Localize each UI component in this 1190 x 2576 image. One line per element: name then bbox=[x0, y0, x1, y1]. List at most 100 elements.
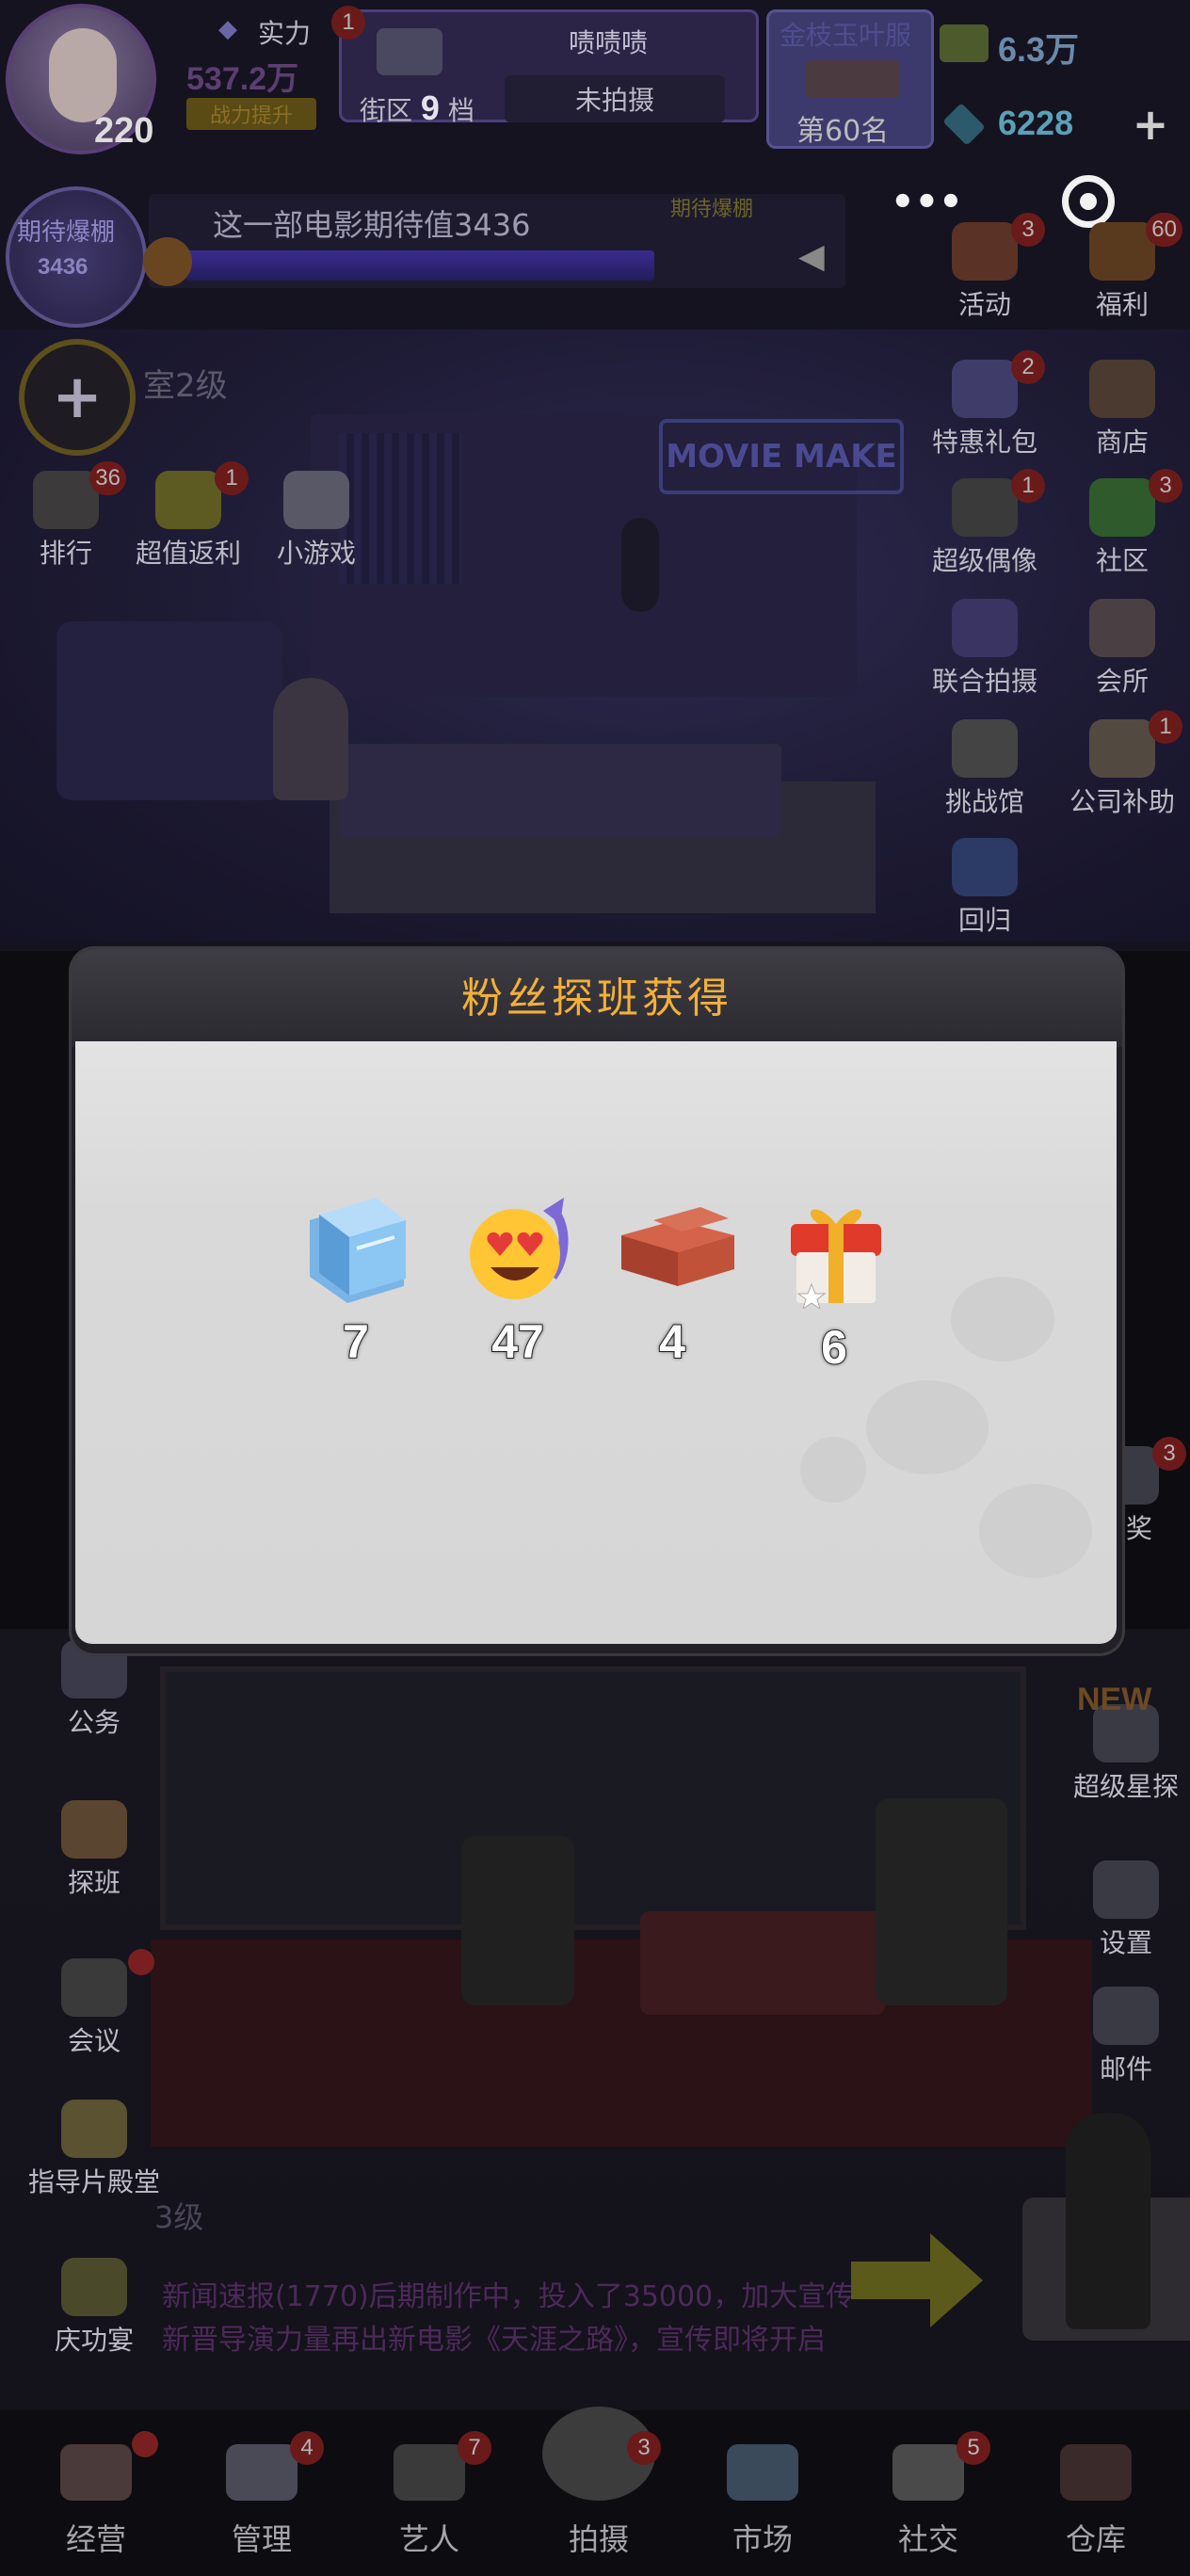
left-menu-item-icon bbox=[283, 471, 349, 529]
right-menu-item[interactable]: 福利 60 bbox=[1056, 213, 1188, 322]
film-name: 啧啧啧 bbox=[569, 27, 649, 58]
reward-item[interactable]: 7 bbox=[299, 1192, 412, 1369]
lower-left-item[interactable]: 探班 bbox=[28, 1800, 160, 1900]
right-menu-item-badge: 1 bbox=[1149, 710, 1182, 744]
anticipation-text: 这一部电影期待值3436 bbox=[213, 207, 531, 243]
right-menu-item[interactable]: 会所 bbox=[1056, 599, 1188, 699]
reward-count: 47 bbox=[490, 1314, 545, 1369]
power-boost-button[interactable]: 战力提升 bbox=[186, 98, 316, 130]
right-menu-item-label: 挑战馆 bbox=[944, 786, 1024, 817]
nav-tab-badge: 3 bbox=[627, 2431, 661, 2465]
plus-icon: + bbox=[52, 362, 103, 432]
right-menu-item-label: 公司补助 bbox=[1069, 786, 1175, 817]
rank-position: 第60名 bbox=[796, 115, 890, 148]
nav-tab-6[interactable]: 仓库 bbox=[1021, 2444, 1171, 2559]
avatar-face bbox=[49, 28, 117, 122]
nav-tab-1[interactable]: 管理 4 bbox=[186, 2431, 337, 2559]
lower-right-item-label: 邮件 bbox=[1099, 2053, 1152, 2085]
right-menu-item[interactable]: 特惠礼包 2 bbox=[919, 350, 1051, 459]
cash-counter: 6.3万 bbox=[940, 17, 1190, 73]
nav-tab-4[interactable]: 市场 bbox=[687, 2444, 838, 2559]
right-menu-item[interactable]: 挑战馆 bbox=[919, 719, 1051, 819]
reward-item[interactable]: 4 bbox=[616, 1192, 734, 1369]
right-menu-item[interactable]: 商店 bbox=[1056, 360, 1188, 459]
lower-left-item-label: 庆功宴 bbox=[54, 2325, 134, 2356]
lower-left-item[interactable]: 公务 bbox=[28, 1640, 160, 1740]
collapse-arrow-icon[interactable]: ◀ bbox=[798, 237, 825, 276]
actress-figure bbox=[1066, 2113, 1150, 2329]
left-menu-item[interactable]: 超值返利 1 bbox=[122, 461, 254, 571]
nav-tab-badge: 5 bbox=[957, 2431, 990, 2465]
left-menu-item[interactable]: 小游戏 bbox=[250, 471, 382, 571]
right-menu-item-label: 联合拍摄 bbox=[931, 666, 1037, 697]
left-menu-item[interactable]: 排行 36 bbox=[0, 461, 132, 571]
cash-value: 6.3万 bbox=[998, 30, 1080, 69]
lower-right-item-label: 设置 bbox=[1099, 1927, 1152, 1958]
nav-tab-icon bbox=[1060, 2444, 1132, 2501]
lower-left-item[interactable]: 指导片殿堂 bbox=[28, 2100, 160, 2199]
lower-right-item[interactable]: 超级星探 NEW bbox=[1060, 1682, 1190, 1804]
right-menu-item-label: 社区 bbox=[1095, 545, 1149, 576]
watermark-shape bbox=[866, 1380, 989, 1474]
nav-tab-2[interactable]: 艺人 7 bbox=[354, 2431, 505, 2559]
gem-counter: 6228 + bbox=[940, 98, 1190, 154]
gem-value: 6228 bbox=[998, 104, 1074, 142]
right-menu-item[interactable]: 活动 3 bbox=[919, 213, 1051, 322]
lower-left-item-label: 探班 bbox=[67, 1867, 121, 1898]
right-menu-item-icon bbox=[1089, 599, 1155, 657]
nav-tab-label: 仓库 bbox=[1065, 2521, 1126, 2557]
anticipation-marker: 期待爆棚 bbox=[670, 198, 754, 221]
power-icon: ◆ bbox=[218, 15, 237, 43]
nav-tab-3[interactable]: 拍摄 3 bbox=[523, 2407, 674, 2559]
nav-tab-icon bbox=[394, 2444, 465, 2501]
lower-right-item[interactable]: 设置 bbox=[1060, 1860, 1190, 1960]
right-menu-item-icon bbox=[1089, 719, 1155, 778]
lower-left-item[interactable]: 庆功宴 bbox=[28, 2258, 160, 2358]
right-menu-item[interactable]: 超级偶像 1 bbox=[919, 469, 1051, 578]
right-menu-item-label: 会所 bbox=[1095, 666, 1149, 697]
armchair bbox=[876, 1798, 1007, 2005]
right-menu-item-badge: 3 bbox=[1011, 213, 1045, 247]
desk bbox=[339, 744, 781, 838]
nav-tab-label: 拍摄 bbox=[568, 2521, 629, 2557]
plant-decor bbox=[621, 518, 659, 612]
close-miniapp-button[interactable] bbox=[1062, 175, 1115, 228]
more-options-button[interactable]: ••• bbox=[891, 184, 966, 226]
lower-left-item-label: 会议 bbox=[67, 2025, 121, 2056]
right-menu-item-icon bbox=[1089, 478, 1155, 537]
lower-left-item-badge bbox=[128, 1949, 154, 1975]
right-menu-item[interactable]: 联合拍摄 bbox=[919, 599, 1051, 699]
reward-count: 4 bbox=[658, 1314, 686, 1369]
right-menu-item[interactable]: 公司补助 1 bbox=[1056, 710, 1188, 819]
nav-tab-0[interactable]: 经营 bbox=[21, 2431, 171, 2559]
nav-tab-icon bbox=[226, 2444, 298, 2501]
reward-item[interactable]: 6 bbox=[778, 1192, 891, 1375]
lower-right-item[interactable]: 邮件 bbox=[1060, 1987, 1190, 2086]
right-menu-item[interactable]: 回归 bbox=[919, 838, 1051, 938]
nav-tab-label: 社交 bbox=[897, 2521, 958, 2557]
right-menu-item-badge: 2 bbox=[1011, 350, 1045, 384]
lower-left-item-label: 指导片殿堂 bbox=[28, 2166, 161, 2198]
reward-item[interactable]: 47 bbox=[461, 1192, 574, 1369]
bricks-icon bbox=[621, 1207, 734, 1286]
gem-icon bbox=[942, 103, 986, 146]
red-sofa bbox=[640, 1911, 885, 2015]
nav-tab-label: 经营 bbox=[65, 2521, 126, 2557]
staff-character[interactable] bbox=[273, 678, 348, 800]
nav-tab-label: 管理 bbox=[231, 2521, 292, 2557]
nav-tab-label: 艺人 bbox=[398, 2521, 459, 2557]
news-line: 新闻速报(1770)后期制作中，投入了35000，加大宣传 bbox=[162, 2280, 855, 2313]
actress-card[interactable] bbox=[1022, 2113, 1190, 2341]
right-menu-item-label: 回归 bbox=[957, 905, 1011, 936]
add-room-button[interactable]: + bbox=[19, 339, 136, 456]
nav-tab-badge: 7 bbox=[458, 2431, 491, 2465]
nav-tab-badge: 4 bbox=[290, 2431, 324, 2465]
lower-left-item-icon bbox=[61, 2258, 127, 2316]
right-menu-item[interactable]: 社区 3 bbox=[1056, 469, 1188, 578]
nav-tab-icon bbox=[727, 2444, 798, 2501]
add-gems-button[interactable]: + bbox=[1128, 102, 1173, 147]
anticipation-value: 3436 bbox=[38, 254, 88, 280]
left-menu-item-label: 小游戏 bbox=[276, 538, 356, 569]
lower-left-item[interactable]: 会议 bbox=[28, 1949, 160, 2058]
nav-tab-5[interactable]: 社交 5 bbox=[853, 2431, 1004, 2559]
